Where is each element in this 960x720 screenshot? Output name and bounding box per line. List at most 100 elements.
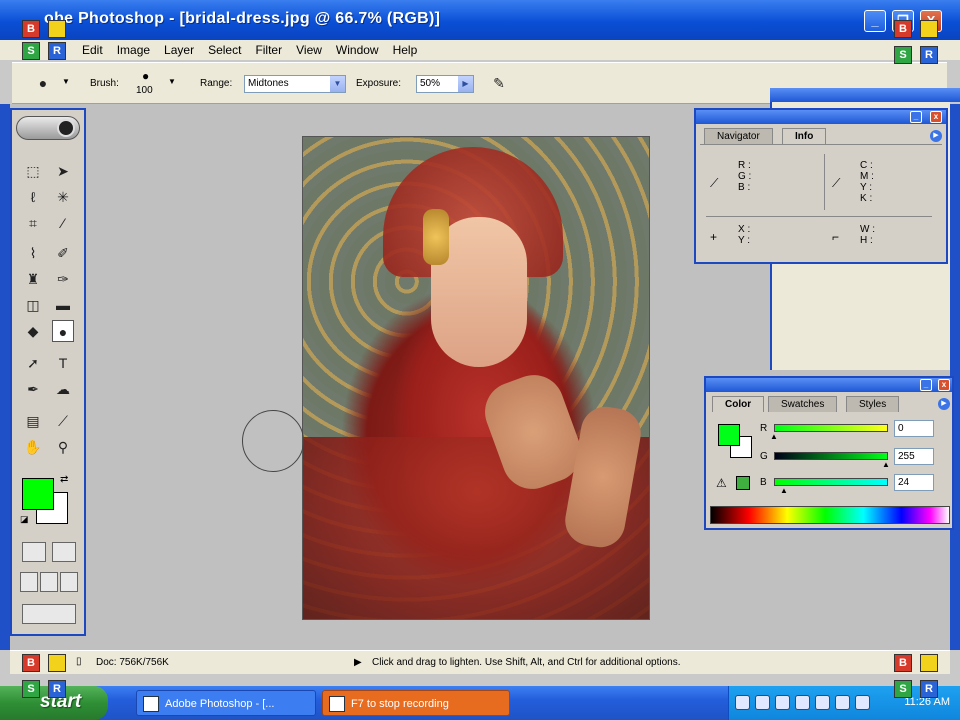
photoshop-logo-icon[interactable]: [16, 116, 80, 140]
healing-brush-icon[interactable]: ⌇: [22, 242, 44, 264]
document-image[interactable]: [302, 136, 650, 620]
tab-navigator[interactable]: Navigator: [704, 128, 773, 144]
menu-window[interactable]: Window: [329, 42, 386, 58]
history-brush-icon[interactable]: ✑: [52, 268, 74, 290]
crop-tool-icon[interactable]: ⌗: [22, 212, 44, 234]
screen-mode-full-button[interactable]: [60, 572, 78, 592]
slice-tool-icon[interactable]: ⁄: [52, 212, 74, 234]
marker-y: [920, 20, 938, 38]
chevron-right-icon[interactable]: ▶: [458, 76, 473, 92]
menu-view[interactable]: View: [289, 42, 329, 58]
color-close-button[interactable]: x: [938, 379, 950, 391]
marker-s: S: [894, 46, 912, 64]
preset-arrow-icon[interactable]: ▼: [62, 77, 70, 86]
taskbar-photoshop[interactable]: Adobe Photoshop - [...: [136, 690, 316, 716]
info-palette: _ x Navigator Info ▶ ⟋ R : G : B : ⟋ C :…: [694, 108, 948, 264]
menu-select[interactable]: Select: [201, 42, 248, 58]
gamut-warning-icon[interactable]: ⚠: [716, 476, 727, 490]
shield-tray-icon[interactable]: [795, 695, 810, 710]
eyedropper-icon[interactable]: ⟋: [52, 410, 74, 432]
green-value-field[interactable]: 255: [894, 448, 934, 465]
doc-size: Doc: 756K/756K: [96, 657, 169, 668]
zoom-tool-icon[interactable]: ⚲: [52, 436, 74, 458]
marquee-tool-icon[interactable]: ⬚: [22, 160, 44, 182]
network-tray-icon[interactable]: [775, 695, 790, 710]
red-slider[interactable]: [774, 424, 888, 432]
brush-tool-icon[interactable]: ✐: [52, 242, 74, 264]
lasso-tool-icon[interactable]: ℓ: [22, 186, 44, 208]
tab-swatches[interactable]: Swatches: [768, 396, 838, 412]
screen-mode-full-menu-button[interactable]: [40, 572, 58, 592]
swap-colors-icon[interactable]: ⇄: [60, 474, 68, 485]
minimize-button[interactable]: _: [864, 10, 886, 32]
move-tool-icon[interactable]: ➤: [52, 160, 74, 182]
blue-value: 24: [898, 477, 910, 488]
marker-b: B: [22, 654, 40, 672]
palette-menu-icon[interactable]: ▶: [930, 130, 942, 142]
green-slider[interactable]: [774, 452, 888, 460]
eyedropper-icon: ⟋: [832, 176, 841, 190]
display-tray-icon[interactable]: [755, 695, 770, 710]
marker-r: R: [920, 46, 938, 64]
info-palette-titlebar[interactable]: [696, 110, 946, 124]
default-colors-icon[interactable]: ◪: [20, 514, 29, 525]
crosshair-icon: +: [710, 230, 718, 244]
red-value-field[interactable]: 0: [894, 420, 934, 437]
eraser-tool-icon[interactable]: ◫: [22, 294, 44, 316]
color-fg-swatch[interactable]: [718, 424, 740, 446]
foreground-color-swatch[interactable]: [22, 478, 54, 510]
help-tray-icon[interactable]: [735, 695, 750, 710]
slider-thumb-icon[interactable]: ▲: [770, 432, 778, 441]
exposure-field[interactable]: 50% ▶: [416, 75, 474, 93]
range-dropdown[interactable]: Midtones ▼: [244, 75, 346, 93]
volume-tray-icon[interactable]: [815, 695, 830, 710]
chevron-down-icon: ▼: [330, 76, 345, 92]
tab-styles[interactable]: Styles: [846, 396, 900, 412]
blue-slider[interactable]: [774, 478, 888, 486]
recorder-icon: [329, 696, 345, 712]
slider-thumb-icon[interactable]: ▲: [882, 460, 890, 469]
magic-wand-icon[interactable]: ✳: [52, 186, 74, 208]
gamut-swatch[interactable]: [736, 476, 750, 490]
tab-color[interactable]: Color: [712, 396, 765, 412]
info-close-button[interactable]: x: [930, 111, 942, 123]
blur-tool-icon[interactable]: ◆: [22, 320, 44, 342]
pen-tool-icon[interactable]: ✒: [22, 378, 44, 400]
path-selection-icon[interactable]: ➚: [22, 352, 44, 374]
menu-filter[interactable]: Filter: [248, 42, 289, 58]
menu-image[interactable]: Image: [110, 42, 157, 58]
status-menu-icon[interactable]: ▶: [354, 657, 362, 668]
color-ramp[interactable]: [710, 506, 950, 524]
photoshop-icon: [143, 696, 159, 712]
color-palette-titlebar[interactable]: [706, 378, 952, 392]
taskbar-recorder[interactable]: F7 to stop recording: [322, 690, 510, 716]
hand-tool-icon[interactable]: ✋: [22, 436, 44, 458]
info-minimize-button[interactable]: _: [910, 111, 922, 123]
standard-mode-button[interactable]: [22, 542, 46, 562]
tab-info[interactable]: Info: [782, 128, 827, 144]
slider-thumb-icon[interactable]: ▲: [780, 486, 788, 495]
brush-arrow-icon[interactable]: ▼: [168, 77, 176, 86]
notes-tool-icon[interactable]: ▤: [22, 410, 44, 432]
quick-mask-button[interactable]: [52, 542, 76, 562]
dodge-tool-icon[interactable]: ●: [52, 320, 74, 342]
gradient-tool-icon[interactable]: ▬: [52, 294, 74, 316]
messenger-tray-icon[interactable]: [835, 695, 850, 710]
brush-tip-icon[interactable]: ●: [142, 69, 149, 83]
type-tool-icon[interactable]: T: [52, 352, 74, 374]
menu-help[interactable]: Help: [386, 42, 425, 58]
clone-stamp-icon[interactable]: ♜: [22, 268, 44, 290]
screen-mode-standard-button[interactable]: [20, 572, 38, 592]
airbrush-icon[interactable]: ✎: [488, 72, 510, 94]
menu-edit[interactable]: Edit: [75, 42, 110, 58]
menu-layer[interactable]: Layer: [157, 42, 201, 58]
palette-menu-icon[interactable]: ▶: [938, 398, 950, 410]
color-minimize-button[interactable]: _: [920, 379, 932, 391]
marker-y: [48, 20, 66, 38]
dodge-tool-preset-icon[interactable]: ●: [32, 72, 54, 94]
marker-s: S: [894, 680, 912, 698]
blue-value-field[interactable]: 24: [894, 474, 934, 491]
jump-to-imageready-button[interactable]: [22, 604, 76, 624]
shape-tool-icon[interactable]: ☁: [52, 378, 74, 400]
recorder-tray-icon[interactable]: [855, 695, 870, 710]
